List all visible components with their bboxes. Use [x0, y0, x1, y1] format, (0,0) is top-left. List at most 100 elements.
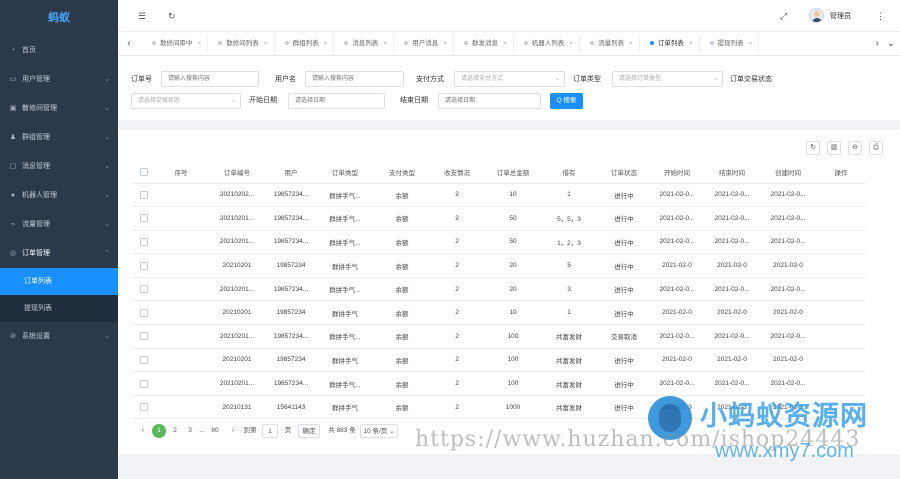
- pay-type-select[interactable]: 请选择支付方式 ⌄: [454, 71, 565, 87]
- order-type-label: 订单类型: [573, 76, 601, 83]
- table-row[interactable]: 20210201 19857234 群拼手气 余额 2 10 1 进行中 2021-02-0 20…: [132, 300, 866, 326]
- table-row[interactable]: 20210201 19857234 群拼手气 余额 2 100 共富发财 进行中 2021-02…: [132, 348, 866, 373]
- search-button[interactable]: Q 搜索: [550, 93, 583, 109]
- tab-item[interactable]: 提现列表 ×: [704, 35, 760, 53]
- sidebar-item-orders[interactable]: ◎ 订单管理 ⌃: [0, 239, 118, 268]
- table-row[interactable]: 20210201 19857234 群拼手气 余额 2 20 5 进行中 2021-02-0 20…: [132, 253, 866, 278]
- goto-confirm-button[interactable]: 确定: [298, 424, 320, 438]
- page-button[interactable]: 3: [185, 424, 195, 438]
- select-all-checkbox[interactable]: [132, 161, 156, 184]
- next-page-icon[interactable]: ›: [228, 424, 238, 438]
- admin-name[interactable]: 管理员: [830, 11, 851, 21]
- close-icon[interactable]: ×: [629, 40, 633, 47]
- table-row[interactable]: 20210201... 19857234... 群拼手气... 余额 2 100 共富发财交…: [132, 324, 866, 349]
- order-type-select[interactable]: 请选择订单类型 ⌄: [612, 71, 723, 87]
- table-row[interactable]: 20210201... 19857234... 群拼手气... 余额 2 50 5，5，3 进…: [132, 206, 866, 231]
- column-header: 支付类型: [376, 161, 428, 184]
- sidebar-item-users[interactable]: ▭ 用户管理 ⌄: [0, 65, 118, 94]
- tab-dot-icon: [523, 41, 528, 46]
- end-date-input[interactable]: [438, 93, 541, 109]
- export-icon[interactable]: ⊖: [848, 141, 862, 155]
- table-row[interactable]: 20210201... 19857234... 群拼手气... 余额 2 100 共富发财进…: [132, 371, 866, 396]
- order-no-input[interactable]: [161, 71, 259, 87]
- tab-item[interactable]: 用户消息 ×: [398, 35, 454, 53]
- fullscreen-icon[interactable]: ⤢: [780, 9, 787, 23]
- order-status-select[interactable]: 请选择交易状态 ⌄: [131, 93, 241, 109]
- sidebar-item-home[interactable]: ◔ 首页: [0, 36, 118, 65]
- sidebar-item-groups[interactable]: ♟ 群组管理 ⌄: [0, 123, 118, 152]
- table-cell: 20210201...: [206, 324, 268, 349]
- start-date-input[interactable]: [288, 93, 385, 109]
- table-cell: 进行中: [598, 277, 650, 302]
- sidebar-item-traffic[interactable]: ⌁ 流量管理 ⌄: [0, 210, 118, 239]
- row-checkbox[interactable]: [132, 183, 156, 208]
- page-size-select[interactable]: 10 条/页 ⌄: [360, 424, 398, 438]
- table-cell: 2021-02-0: [650, 300, 704, 326]
- close-icon[interactable]: ×: [749, 40, 753, 47]
- close-icon[interactable]: ×: [383, 40, 387, 47]
- column-header: 收支情况: [428, 161, 486, 184]
- tab-item[interactable]: 流量列表 ×: [584, 35, 640, 53]
- table-cell: 20210201...: [206, 371, 268, 396]
- columns-icon[interactable]: ▥: [827, 141, 841, 155]
- row-checkbox[interactable]: [132, 277, 156, 302]
- tab-item[interactable]: 群组列表 ×: [279, 35, 335, 53]
- sidebar-subitem-order-list[interactable]: 订单列表: [0, 268, 118, 295]
- refresh-icon[interactable]: ↻: [168, 9, 176, 23]
- table-cell: 19857234: [268, 253, 314, 278]
- row-checkbox[interactable]: [132, 230, 156, 255]
- row-checkbox[interactable]: [132, 253, 156, 278]
- menu-toggle-icon[interactable]: ☰: [138, 9, 146, 23]
- close-icon[interactable]: ×: [503, 40, 507, 47]
- sidebar-item-messages[interactable]: ▢ 消息管理 ⌄: [0, 152, 118, 181]
- row-checkbox[interactable]: [132, 206, 156, 231]
- close-icon[interactable]: ×: [324, 40, 328, 47]
- sidebar-subitem-withdraw-list[interactable]: 提现列表: [0, 295, 118, 322]
- tab-item[interactable]: 订单列表 ×: [644, 35, 700, 53]
- print-icon[interactable]: ⎙: [869, 141, 883, 155]
- row-checkbox[interactable]: [132, 371, 156, 396]
- tab-item[interactable]: 散修间审中 ×: [146, 35, 209, 53]
- row-checkbox[interactable]: [132, 348, 156, 373]
- table-row[interactable]: 20210201... 19857234... 群拼手气... 余额 2 50 1，2，3 进…: [132, 230, 866, 255]
- page-button[interactable]: 2: [170, 424, 180, 438]
- robot-icon: ●: [10, 192, 16, 199]
- close-icon[interactable]: ×: [569, 40, 573, 47]
- sidebar-item-label: 系统设置: [22, 333, 50, 340]
- tab-menu-icon[interactable]: ⌄: [884, 36, 898, 52]
- goto-page-input[interactable]: 1: [262, 424, 278, 438]
- table-row[interactable]: 20210201... 19857234... 群拼手气... 余额 2 20 3 进行中 20…: [132, 277, 866, 302]
- tab-item[interactable]: 消息列表 ×: [338, 35, 395, 53]
- column-header: 结束时间: [704, 161, 760, 184]
- table-row[interactable]: 20210202... 19857234... 群拼手气... 余额 2 10 1 进行中 20…: [132, 183, 866, 208]
- sidebar-item-rooms[interactable]: ▣ 散修间管理 ⌄: [0, 94, 118, 123]
- sidebar-item-robots[interactable]: ● 机器人管理 ⌄: [0, 181, 118, 210]
- refresh-table-icon[interactable]: ↻: [806, 141, 820, 155]
- table-cell: 2021-02-0...: [650, 324, 704, 349]
- row-checkbox[interactable]: [132, 300, 156, 326]
- tab-item[interactable]: 机器人列表 ×: [518, 35, 581, 53]
- avatar[interactable]: [809, 8, 824, 23]
- row-checkbox[interactable]: [132, 324, 156, 349]
- page-button[interactable]: 1: [152, 424, 166, 438]
- tab-scroll-left-icon[interactable]: ‹: [122, 36, 136, 52]
- tab-item[interactable]: 散修间列表 ×: [212, 35, 275, 53]
- column-header: 订单类型: [314, 161, 376, 184]
- table-cell: 群拼手气...: [314, 206, 376, 231]
- close-icon[interactable]: ×: [198, 40, 202, 47]
- row-checkbox[interactable]: [132, 395, 156, 420]
- tab-item[interactable]: 群发消息 ×: [458, 35, 514, 53]
- more-icon[interactable]: ⋮: [876, 9, 885, 23]
- tab-label: 散修间审中: [160, 40, 193, 47]
- close-icon[interactable]: ×: [264, 40, 268, 47]
- user-input[interactable]: [305, 71, 404, 87]
- page-button[interactable]: 80: [209, 424, 221, 438]
- sidebar-item-settings[interactable]: ⊘ 系统设置 ⌄: [0, 322, 118, 351]
- column-header: 操作: [816, 161, 866, 184]
- tab-scroll-right-icon[interactable]: ›: [870, 36, 884, 52]
- page-ellipsis[interactable]: ...: [196, 424, 208, 438]
- close-icon[interactable]: ×: [689, 40, 693, 47]
- prev-page-icon[interactable]: ‹: [138, 424, 148, 438]
- table-cell: 2: [428, 300, 486, 326]
- close-icon[interactable]: ×: [443, 40, 447, 47]
